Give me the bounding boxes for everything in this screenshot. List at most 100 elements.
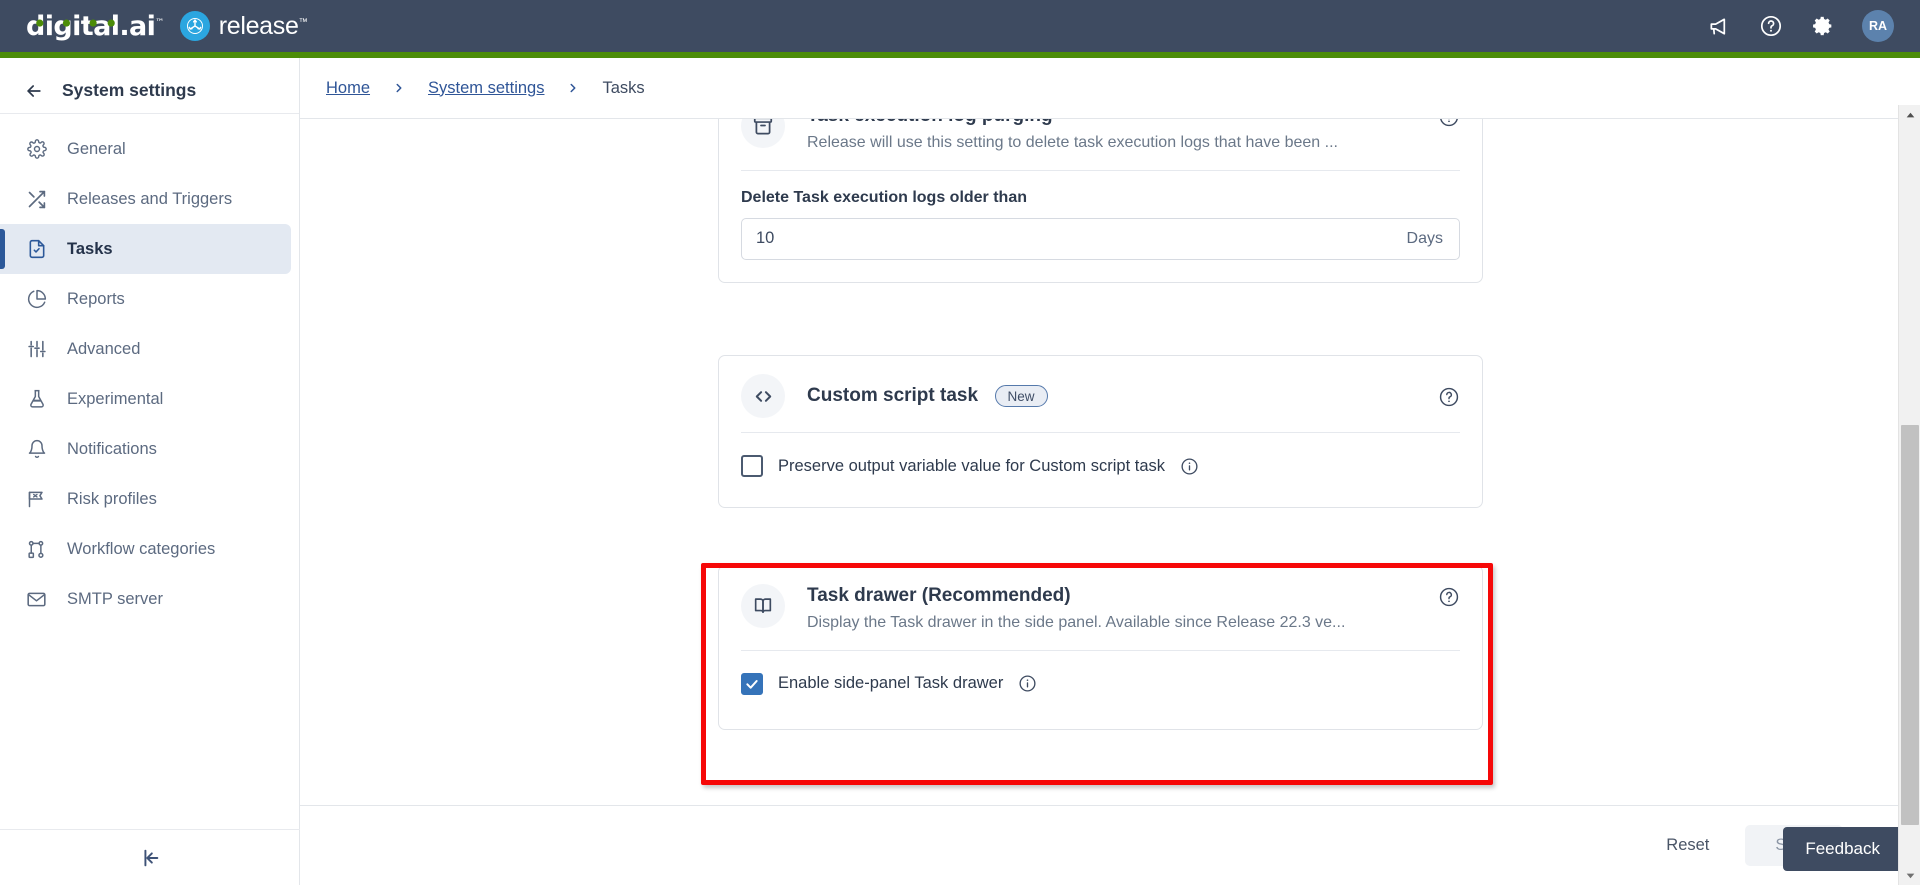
shuffle-icon (26, 189, 47, 210)
sidebar-header: System settings (0, 68, 299, 114)
sidebar-item-workflow-categories[interactable]: Workflow categories (0, 524, 291, 574)
sidebar-item-notifications[interactable]: Notifications (0, 424, 291, 474)
chevron-right-icon (566, 81, 580, 95)
scroll-down-arrow-icon[interactable] (1899, 865, 1920, 885)
digital-ai-logo: digital.ai™ (26, 11, 164, 42)
settings-content-area: Task execution log purging Release will … (300, 118, 1920, 805)
sidebar-nav-list: General Releases and Triggers Tasks Repo… (0, 114, 299, 624)
top-header-bar: digital.ai™ release™ RA (0, 0, 1920, 52)
reset-button[interactable]: Reset (1642, 825, 1733, 866)
sidebar-item-label: Notifications (67, 439, 157, 458)
sidebar-item-experimental[interactable]: Experimental (0, 374, 291, 424)
card-text-block: Task drawer (Recommended) Display the Ta… (807, 584, 1438, 634)
sidebar-item-label: Workflow categories (67, 539, 216, 558)
digital-ai-trademark: ™ (155, 17, 164, 28)
card-header: Custom script task New (719, 356, 1482, 418)
top-action-group: RA (1706, 10, 1920, 42)
breadcrumb: Home System settings Tasks (300, 58, 1920, 118)
enable-task-drawer-row: Enable side-panel Task drawer (741, 672, 1460, 695)
purge-days-unit-label: Days (1406, 229, 1443, 247)
breadcrumb-item-tasks: Tasks (602, 78, 645, 97)
preserve-output-row: Preserve output variable value for Custo… (741, 455, 1460, 477)
question-circle-icon[interactable] (1438, 586, 1460, 608)
release-logo-text: release (218, 11, 299, 40)
settings-footer-bar: Reset Save (300, 805, 1903, 885)
card-subtitle: Release will use this setting to delete … (807, 134, 1338, 151)
question-circle-icon[interactable] (1438, 386, 1460, 408)
preserve-output-label: Preserve output variable value for Custo… (778, 456, 1166, 475)
new-badge: New (994, 385, 1048, 407)
sidebar-item-label: General (67, 139, 126, 158)
info-circle-icon[interactable] (1180, 457, 1199, 476)
sidebar-item-label: Experimental (67, 389, 164, 408)
envelope-icon (26, 589, 47, 610)
pie-chart-icon (26, 289, 47, 310)
help-icon[interactable] (1758, 13, 1784, 39)
card-title: Custom script task (807, 385, 979, 406)
scroll-up-arrow-icon[interactable] (1899, 105, 1920, 125)
card-body: Delete Task execution logs older than Da… (719, 171, 1482, 282)
preserve-output-checkbox[interactable] (741, 455, 763, 477)
purge-field-label: Delete Task execution logs older than (741, 188, 1027, 206)
settings-icon[interactable] (1810, 13, 1836, 39)
app-root: digital.ai™ release™ RA System settings … (0, 0, 1920, 885)
digital-ai-logo-text: digital.ai (26, 10, 156, 42)
breadcrumb-item-system-settings[interactable]: System settings (428, 79, 544, 98)
sidebar-item-risk-profiles[interactable]: Risk profiles (0, 474, 291, 524)
task-document-icon (26, 239, 47, 260)
card-task-drawer: Task drawer (Recommended) Display the Ta… (718, 565, 1483, 730)
sidebar-item-general[interactable]: General (0, 124, 291, 174)
sidebar-item-label: Advanced (67, 339, 141, 358)
scrollbar-thumb[interactable] (1901, 425, 1919, 825)
sidebar-item-label: Reports (67, 289, 125, 308)
code-brackets-icon (741, 374, 785, 418)
card-subtitle: Display the Task drawer in the side pane… (807, 614, 1346, 631)
book-open-icon (741, 584, 785, 628)
settings-sidebar: System settings General Releases and Tri… (0, 58, 300, 885)
sliders-icon (26, 339, 47, 360)
announcement-icon[interactable] (1706, 13, 1732, 39)
card-text-block: Task execution log purging Release will … (807, 119, 1438, 154)
sidebar-item-releases-and-triggers[interactable]: Releases and Triggers (0, 174, 291, 224)
sidebar-item-label: SMTP server (67, 589, 163, 608)
question-circle-icon[interactable] (1438, 119, 1460, 128)
release-trademark: ™ (298, 16, 308, 27)
sidebar-item-label: Tasks (67, 239, 113, 258)
sidebar-item-smtp-server[interactable]: SMTP server (0, 574, 291, 624)
sidebar-title: System settings (62, 80, 197, 100)
enable-task-drawer-checkbox[interactable] (741, 672, 763, 695)
archive-box-icon (741, 119, 785, 148)
user-avatar[interactable]: RA (1862, 10, 1894, 42)
page-scrollbar[interactable] (1898, 105, 1920, 885)
release-emblem-icon (179, 11, 210, 41)
card-body: Preserve output variable value for Custo… (719, 433, 1482, 507)
flask-icon (26, 389, 47, 410)
sidebar-item-advanced[interactable]: Advanced (0, 324, 291, 374)
bell-icon (26, 439, 47, 460)
gear-icon (26, 139, 47, 160)
chevron-right-icon (392, 81, 406, 95)
feedback-button[interactable]: Feedback (1783, 827, 1902, 871)
card-header: Task drawer (Recommended) Display the Ta… (719, 566, 1482, 634)
purge-days-input-row[interactable]: Days (741, 217, 1460, 260)
card-text-block: Custom script task New (807, 374, 1438, 407)
info-circle-icon[interactable] (1018, 674, 1037, 693)
card-title: Task execution log purging (807, 119, 1053, 127)
avatar-initials: RA (1868, 19, 1888, 33)
card-task-execution-log-purging: Task execution log purging Release will … (718, 119, 1483, 283)
enable-task-drawer-label: Enable side-panel Task drawer (778, 674, 1004, 693)
sidebar-item-tasks[interactable]: Tasks (0, 224, 291, 274)
breadcrumb-item-home[interactable]: Home (326, 79, 370, 98)
back-arrow-icon[interactable] (24, 81, 44, 101)
purge-days-input[interactable] (742, 218, 1407, 259)
workflow-nodes-icon (26, 539, 47, 560)
sidebar-item-reports[interactable]: Reports (0, 274, 291, 324)
card-header: Task execution log purging Release will … (719, 119, 1482, 154)
card-body: Enable side-panel Task drawer (719, 651, 1482, 729)
brand-logo[interactable]: digital.ai™ release™ (0, 11, 308, 42)
collapse-sidebar-icon[interactable] (0, 829, 300, 885)
release-product-logo: release™ (179, 11, 308, 41)
card-custom-script-task: Custom script task New Preserve output v… (718, 355, 1483, 508)
risk-flag-icon (26, 489, 47, 510)
card-title: Task drawer (Recommended) (807, 585, 1071, 606)
